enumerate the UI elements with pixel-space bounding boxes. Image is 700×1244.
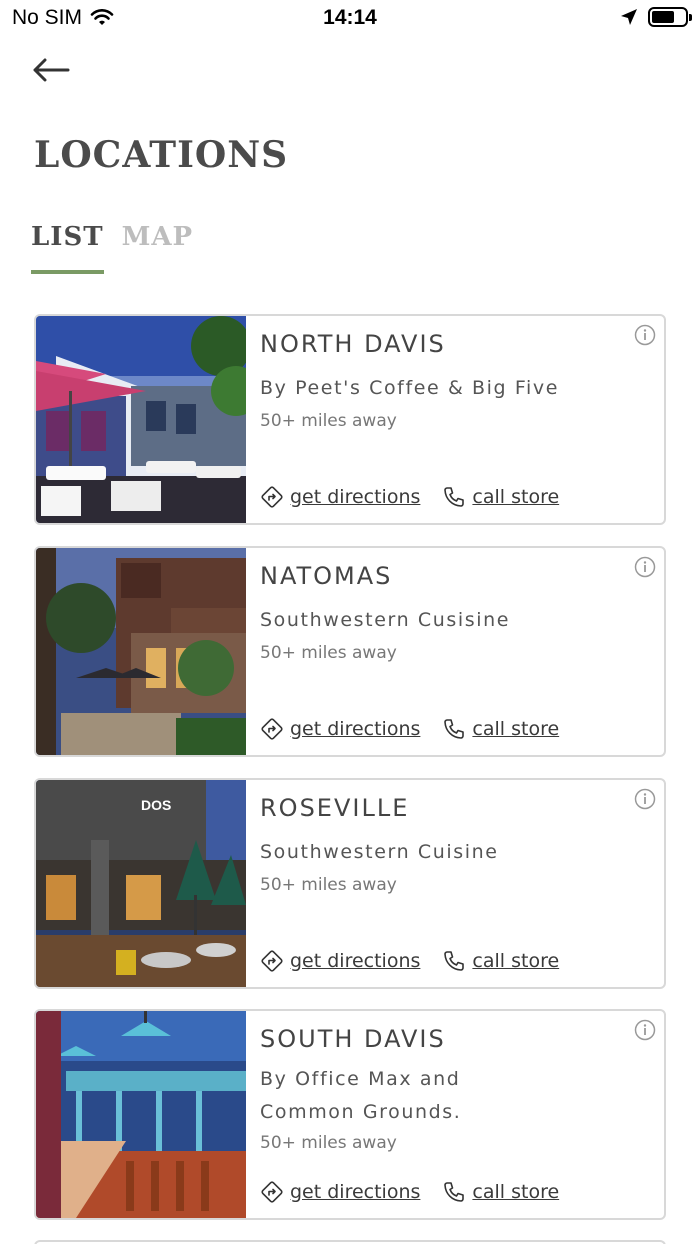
directions-icon bbox=[261, 486, 283, 508]
view-tabs: LIST MAP bbox=[31, 222, 193, 274]
get-directions-label: get directions bbox=[290, 1181, 421, 1203]
info-icon[interactable] bbox=[634, 556, 656, 578]
info-icon[interactable] bbox=[634, 1019, 656, 1041]
location-subtitle: By Peet's Coffee & Big Five bbox=[260, 377, 560, 399]
location-name: ROSEVILLE bbox=[260, 794, 410, 822]
call-store-button[interactable]: call store bbox=[442, 485, 559, 509]
tab-map[interactable]: MAP bbox=[122, 222, 194, 274]
page-title: LOCATIONS bbox=[34, 134, 289, 176]
location-photo bbox=[36, 1011, 246, 1218]
location-name: NORTH DAVIS bbox=[260, 330, 446, 358]
status-time: 14:14 bbox=[323, 6, 377, 29]
location-info: SOUTH DAVIS By Office Max and Common Gro… bbox=[260, 1023, 494, 1153]
get-directions-button[interactable]: get directions bbox=[260, 949, 420, 973]
get-directions-button[interactable]: get directions bbox=[260, 1180, 420, 1204]
location-actions: get directions call store bbox=[260, 717, 559, 741]
get-directions-button[interactable]: get directions bbox=[260, 485, 420, 509]
battery-icon bbox=[648, 7, 692, 27]
phone-icon bbox=[444, 1182, 465, 1202]
location-subtitle: Southwestern Cuisine bbox=[260, 841, 499, 863]
location-card-roseville[interactable]: DOS ROSEVILLE Southwestern Cuisine 50+ m… bbox=[34, 778, 666, 989]
get-directions-label: get directions bbox=[290, 950, 421, 972]
location-distance: 50+ miles away bbox=[260, 643, 397, 663]
location-card-next-peek[interactable] bbox=[34, 1240, 666, 1244]
arrow-left-icon bbox=[33, 58, 70, 82]
location-distance: 50+ miles away bbox=[260, 1133, 397, 1153]
location-actions: get directions call store bbox=[260, 485, 559, 509]
location-distance: 50+ miles away bbox=[260, 411, 397, 431]
get-directions-button[interactable]: get directions bbox=[260, 717, 420, 741]
call-store-button[interactable]: call store bbox=[442, 949, 559, 973]
status-right bbox=[620, 7, 692, 27]
location-name: NATOMAS bbox=[260, 562, 393, 590]
call-store-label: call store bbox=[472, 950, 560, 972]
location-photo: DOS bbox=[36, 780, 246, 987]
call-store-label: call store bbox=[472, 1181, 560, 1203]
location-arrow-icon bbox=[621, 9, 637, 25]
location-info: NATOMAS Southwestern Cusisine 50+ miles … bbox=[260, 560, 624, 663]
back-button[interactable] bbox=[30, 52, 72, 88]
location-photo bbox=[36, 316, 246, 523]
status-bar: No SIM 14:14 bbox=[0, 0, 700, 38]
location-card-north-davis[interactable]: NORTH DAVIS By Peet's Coffee & Big Five … bbox=[34, 314, 666, 525]
call-store-label: call store bbox=[472, 718, 560, 740]
directions-icon bbox=[261, 950, 283, 972]
get-directions-label: get directions bbox=[290, 718, 421, 740]
call-store-label: call store bbox=[472, 486, 560, 508]
get-directions-label: get directions bbox=[290, 486, 421, 508]
tab-list[interactable]: LIST bbox=[31, 222, 104, 274]
info-icon[interactable] bbox=[634, 324, 656, 346]
location-name: SOUTH DAVIS bbox=[260, 1025, 446, 1053]
phone-icon bbox=[444, 487, 465, 507]
phone-icon bbox=[444, 951, 465, 971]
location-actions: get directions call store bbox=[260, 949, 559, 973]
location-distance: 50+ miles away bbox=[260, 875, 397, 895]
location-card-natomas[interactable]: NATOMAS Southwestern Cusisine 50+ miles … bbox=[34, 546, 666, 757]
location-photo bbox=[36, 548, 246, 755]
phone-icon bbox=[444, 719, 465, 739]
location-subtitle: Southwestern Cusisine bbox=[260, 609, 511, 631]
location-actions: get directions call store bbox=[260, 1180, 559, 1204]
location-info: NORTH DAVIS By Peet's Coffee & Big Five … bbox=[260, 328, 624, 431]
location-info: ROSEVILLE Southwestern Cuisine 50+ miles… bbox=[260, 792, 624, 895]
location-card-south-davis[interactable]: SOUTH DAVIS By Office Max and Common Gro… bbox=[34, 1009, 666, 1220]
location-subtitle: By Office Max and Common Grounds. bbox=[260, 1068, 462, 1123]
call-store-button[interactable]: call store bbox=[442, 717, 559, 741]
directions-icon bbox=[261, 718, 283, 740]
directions-icon bbox=[261, 1181, 283, 1203]
info-icon[interactable] bbox=[634, 788, 656, 810]
call-store-button[interactable]: call store bbox=[442, 1180, 559, 1204]
svg-text:DOS: DOS bbox=[141, 797, 171, 813]
